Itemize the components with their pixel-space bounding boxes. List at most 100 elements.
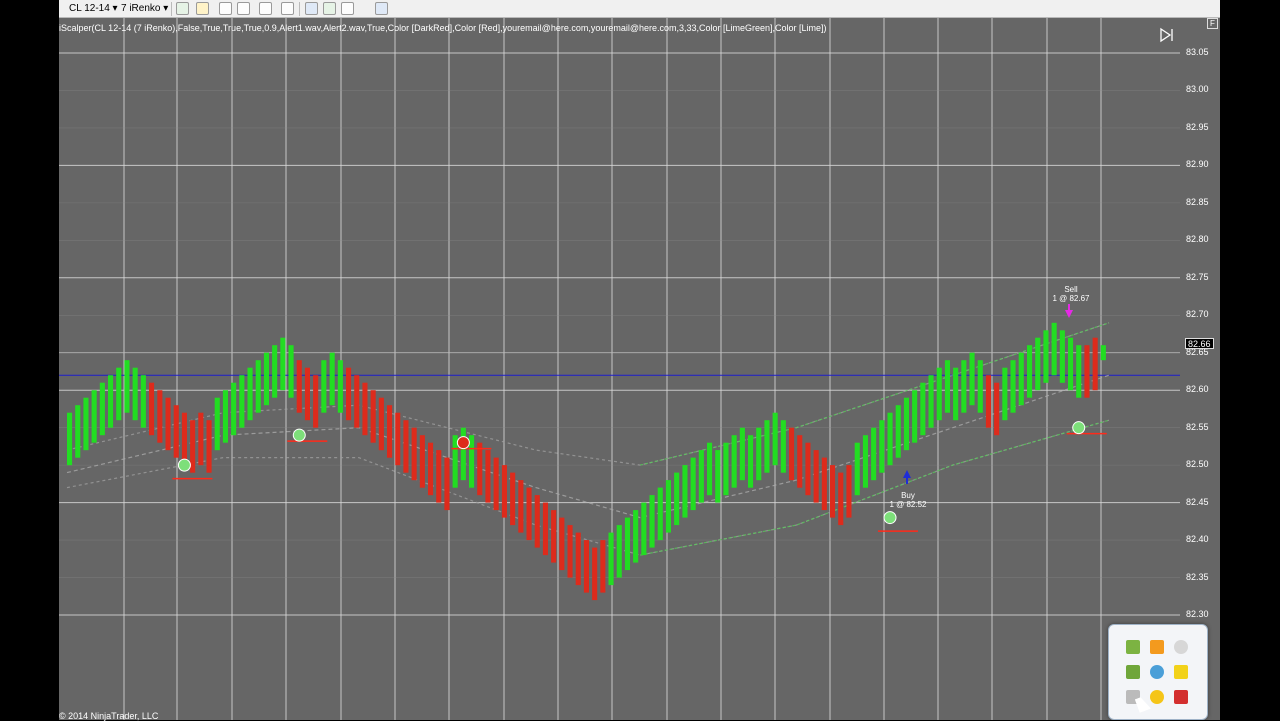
data-box-icon[interactable]	[323, 2, 336, 15]
up-bar	[132, 367, 138, 421]
down-bar	[444, 457, 450, 511]
down-bar	[304, 367, 310, 421]
sell-label: Sell 1 @ 82.67	[1051, 285, 1091, 303]
up-bar	[895, 405, 901, 458]
up-bar	[460, 427, 466, 481]
up-bar	[272, 345, 278, 398]
f-button[interactable]: F	[1207, 18, 1218, 29]
buy-title: Buy	[901, 491, 915, 500]
period-selector[interactable]: 7 iRenko ▾	[121, 1, 168, 16]
up-bar	[912, 390, 918, 443]
down-bar	[575, 532, 581, 586]
y-axis-tick-label: 82.30	[1186, 609, 1209, 619]
down-bar	[313, 375, 319, 428]
up-bar	[657, 487, 663, 541]
down-bar	[149, 382, 155, 436]
up-bar	[854, 442, 860, 496]
chart-style-icon[interactable]	[176, 2, 189, 15]
battery-icon[interactable]	[1126, 665, 1140, 679]
down-bar	[830, 465, 836, 518]
up-bar	[698, 450, 704, 503]
down-bar	[838, 472, 844, 526]
y-axis-tick-label: 82.50	[1186, 459, 1209, 470]
period-label: 7 iRenko	[121, 3, 161, 14]
network-icon[interactable]	[1150, 665, 1164, 679]
down-bar	[846, 465, 852, 518]
signal-circle	[456, 436, 470, 450]
up-bar	[682, 465, 688, 518]
window-icon[interactable]	[375, 2, 388, 15]
up-bar	[780, 420, 786, 473]
warning-icon[interactable]	[1150, 690, 1164, 704]
down-bar	[173, 405, 179, 458]
magnet-icon[interactable]	[237, 2, 250, 15]
down-bar	[526, 487, 532, 541]
price-chart[interactable]	[59, 18, 1180, 720]
up-bar	[222, 390, 228, 443]
up-bar	[649, 495, 655, 548]
y-axis-tick-label: 82.95	[1186, 121, 1209, 132]
up-bar	[239, 375, 245, 428]
up-bar	[1068, 337, 1074, 391]
instrument-selector[interactable]: CL 12-14 ▾	[69, 1, 118, 16]
up-bar	[1051, 322, 1057, 376]
up-bar	[99, 382, 105, 436]
up-bar	[723, 442, 729, 496]
up-bar	[263, 352, 269, 406]
up-bar	[903, 397, 909, 451]
y-axis-tick-label: 82.80	[1186, 234, 1209, 245]
up-bar	[731, 435, 737, 488]
crosshair-icon[interactable]	[259, 2, 272, 15]
up-bar	[75, 405, 81, 458]
last-price-marker: 82.66	[1185, 338, 1214, 349]
properties-icon[interactable]	[305, 2, 318, 15]
sell-title: Sell	[1064, 285, 1078, 294]
up-bar	[280, 337, 286, 391]
down-bar	[501, 465, 507, 518]
sell-arrow-icon	[1065, 310, 1073, 318]
down-bar	[994, 382, 1000, 436]
nvidia-icon[interactable]	[1126, 640, 1140, 654]
pin-icon[interactable]	[219, 2, 232, 15]
up-bar	[214, 397, 220, 451]
down-bar	[485, 450, 491, 503]
scroll-end-icon[interactable]	[1158, 26, 1176, 44]
up-bar	[1100, 345, 1106, 361]
down-bar	[436, 450, 442, 503]
sell-arrow-stem	[1068, 304, 1070, 311]
up-bar	[231, 382, 237, 436]
up-bar	[928, 375, 934, 428]
pencil-icon[interactable]	[196, 2, 209, 15]
price-axis[interactable]: 83.05 83.00 82.95 82.90 82.85 82.80 82.75 82.70…	[1180, 18, 1220, 720]
print-icon[interactable]	[341, 2, 354, 15]
y-axis-tick-label: 82.40	[1186, 534, 1209, 545]
chart-toolbar: CL 12-14 ▾ 7 iRenko ▾	[59, 0, 1220, 18]
up-bar	[748, 435, 754, 488]
up-bar	[739, 427, 745, 481]
buy-detail: 1 @ 82.52	[889, 500, 927, 509]
y-axis-tick-label: 82.60	[1186, 384, 1209, 395]
app-icon[interactable]	[1150, 640, 1164, 654]
up-bar	[707, 442, 713, 496]
down-bar	[493, 457, 499, 511]
zoom-icon[interactable]	[281, 2, 294, 15]
up-bar	[944, 360, 950, 413]
down-bar	[821, 457, 827, 511]
up-bar	[1059, 330, 1065, 383]
up-bar	[321, 360, 327, 413]
y-axis-tick-label: 82.70	[1186, 309, 1209, 320]
down-bar	[296, 360, 302, 413]
down-bar	[419, 435, 425, 488]
folder-icon[interactable]	[1174, 665, 1188, 679]
clock-icon[interactable]	[1174, 640, 1188, 654]
up-bar	[715, 450, 721, 503]
y-axis-tick-label: 82.90	[1186, 159, 1209, 170]
up-bar	[608, 532, 614, 586]
pdf-icon[interactable]	[1174, 690, 1188, 704]
down-bar	[387, 405, 393, 458]
up-bar	[329, 352, 335, 406]
up-bar	[124, 360, 130, 413]
up-bar	[764, 420, 770, 473]
down-bar	[428, 442, 434, 496]
chart-window: CL 12-14 ▾ 7 iRenko ▾ 83.05 83.00 82.95 82.…	[59, 0, 1220, 721]
